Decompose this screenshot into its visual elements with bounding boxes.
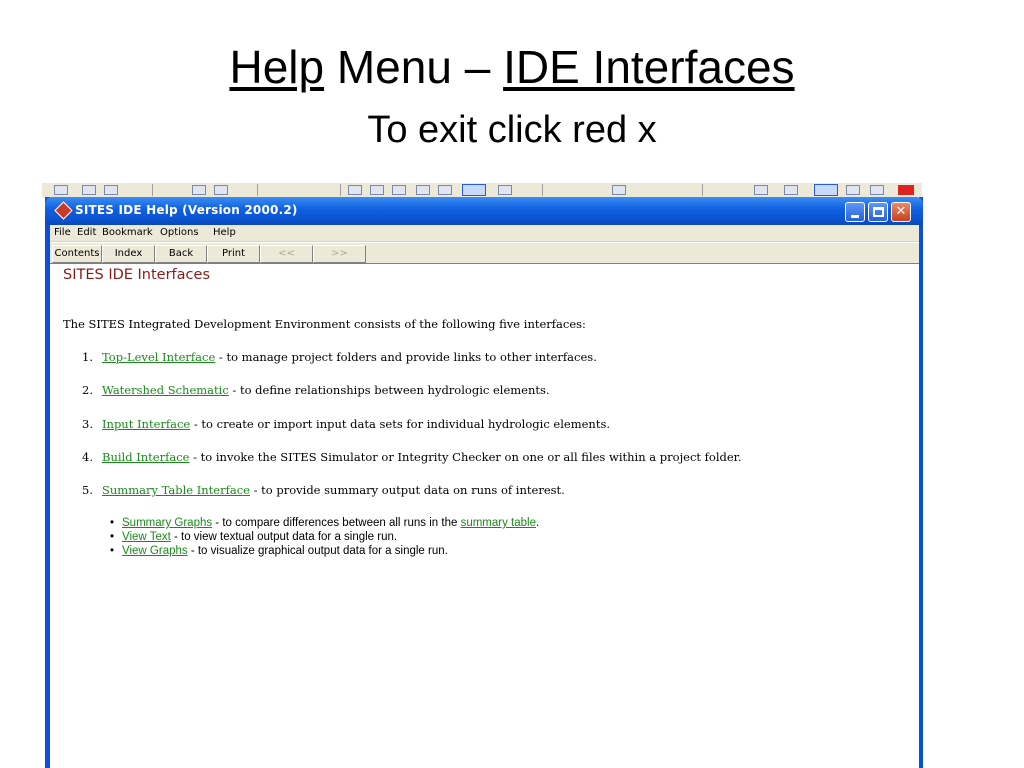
help-content: SITES IDE Interfaces The SITES Integrate…	[50, 265, 919, 768]
toolbar-close-icon[interactable]	[898, 185, 914, 195]
toolbar-icon[interactable]	[784, 185, 798, 195]
view-graphs-link[interactable]: View Graphs	[122, 545, 188, 557]
summary-graphs-link[interactable]: Summary Graphs	[122, 517, 212, 529]
list-item: 2. Watershed Schematic - to define relati…	[82, 383, 550, 397]
menu-help[interactable]: Help	[213, 227, 236, 238]
toolbar-separator	[152, 184, 153, 196]
list-item: • View Graphs - to visualize graphical ou…	[110, 545, 448, 557]
browse-previous-button[interactable]: <<	[260, 245, 313, 263]
list-item: 3. Input Interface - to create or import …	[82, 417, 610, 431]
summary-table-link[interactable]: summary table	[461, 517, 536, 529]
build-interface-link[interactable]: Build Interface	[102, 450, 189, 464]
toolbar-icon[interactable]	[612, 185, 626, 195]
input-interface-link[interactable]: Input Interface	[102, 417, 190, 431]
title-ide-interfaces: IDE Interfaces	[503, 41, 795, 93]
intro-text: The SITES Integrated Development Environ…	[63, 317, 586, 331]
background-app-toolbar	[42, 183, 922, 197]
watershed-schematic-link[interactable]: Watershed Schematic	[102, 383, 229, 397]
help-window: SITES IDE Help (Version 2000.2) ✕ File E…	[45, 197, 923, 768]
sites-app-icon	[54, 201, 73, 220]
toolbar-icon[interactable]	[416, 185, 430, 195]
top-level-interface-link[interactable]: Top-Level Interface	[102, 350, 215, 364]
list-item: 5. Summary Table Interface - to provide s…	[82, 483, 565, 497]
toolbar-help-icon[interactable]	[462, 184, 486, 196]
toolbar-icon[interactable]	[82, 185, 96, 195]
toolbar-icon[interactable]	[870, 185, 884, 195]
menu-options[interactable]: Options	[160, 227, 199, 238]
contents-button[interactable]: Contents	[52, 245, 102, 263]
toolbar-separator	[702, 184, 703, 196]
toolbar-separator	[542, 184, 543, 196]
toolbar-icon[interactable]	[370, 185, 384, 195]
toolbar-icon[interactable]	[214, 185, 228, 195]
list-item: • View Text - to view textual output data…	[110, 531, 398, 543]
toolbar-separator	[340, 184, 341, 196]
toolbar-icon[interactable]	[846, 185, 860, 195]
list-item: • Summary Graphs - to compare differences…	[110, 517, 540, 529]
toolbar-icon[interactable]	[438, 185, 452, 195]
back-button[interactable]: Back	[155, 245, 207, 263]
window-title: SITES IDE Help (Version 2000.2)	[75, 203, 298, 217]
title-help: Help	[229, 41, 325, 93]
summary-table-interface-link[interactable]: Summary Table Interface	[102, 483, 250, 497]
help-heading: SITES IDE Interfaces	[63, 267, 210, 283]
menu-bookmark[interactable]: Bookmark	[102, 227, 153, 238]
minimize-icon	[851, 215, 859, 218]
sub-bullet-list: • Summary Graphs - to compare differences…	[110, 517, 539, 559]
index-button[interactable]: Index	[102, 245, 155, 263]
toolbar-icon[interactable]	[54, 185, 68, 195]
toolbar-icon[interactable]	[754, 185, 768, 195]
slide-subtitle: To exit click red x	[367, 109, 657, 151]
toolbar-bullets-icon[interactable]	[814, 184, 838, 196]
minimize-button[interactable]	[845, 202, 865, 222]
toolbar-icon[interactable]	[104, 185, 118, 195]
menu-edit[interactable]: Edit	[77, 227, 96, 238]
slide-title: Help Menu – IDE Interfaces	[0, 40, 1024, 94]
toolbar-separator	[257, 184, 258, 196]
close-icon: ✕	[895, 204, 907, 219]
view-text-link[interactable]: View Text	[122, 531, 171, 543]
toolbar-icon[interactable]	[192, 185, 206, 195]
list-item: 1. Top-Level Interface - to manage projec…	[82, 350, 597, 364]
window-titlebar[interactable]: SITES IDE Help (Version 2000.2) ✕	[45, 197, 923, 225]
menu-file[interactable]: File	[54, 227, 71, 238]
toolbar-icon[interactable]	[498, 185, 512, 195]
print-button[interactable]: Print	[207, 245, 260, 263]
toolbar-icon[interactable]	[348, 185, 362, 195]
list-item: 4. Build Interface - to invoke the SITES …	[82, 450, 742, 464]
maximize-icon	[873, 207, 884, 217]
maximize-button[interactable]	[868, 202, 888, 222]
browse-next-button[interactable]: >>	[313, 245, 366, 263]
title-menu: Menu –	[324, 41, 504, 93]
close-button[interactable]: ✕	[891, 202, 911, 222]
toolbar-icon[interactable]	[392, 185, 406, 195]
help-button-bar: Contents Index Back Print << >>	[50, 243, 919, 264]
menu-bar: File Edit Bookmark Options Help	[50, 225, 919, 242]
